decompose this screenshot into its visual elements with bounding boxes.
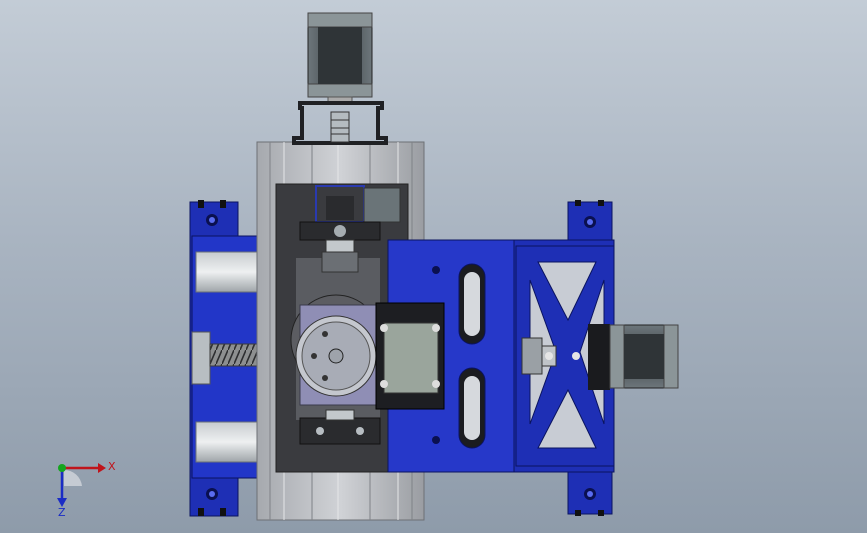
y-axis-icon <box>58 464 66 472</box>
cnc-stage-model[interactable] <box>0 0 867 533</box>
rotary-flange-icon <box>290 294 382 406</box>
z-axis-label: Z <box>58 506 66 519</box>
coordinate-triad: X Z <box>57 460 116 519</box>
x-arrow-icon <box>98 463 106 473</box>
triad-plane-icon <box>64 469 82 486</box>
left-blue-carriage-icon <box>189 200 265 517</box>
right-stepper-motor-icon <box>588 324 679 390</box>
shaft-coupler-icon <box>330 111 350 143</box>
x-axis-label: X <box>108 460 116 473</box>
motor-adapter-block-icon <box>375 302 445 410</box>
top-stepper-motor-icon <box>307 12 373 104</box>
cad-graphics-viewport[interactable]: X Z <box>0 0 867 533</box>
